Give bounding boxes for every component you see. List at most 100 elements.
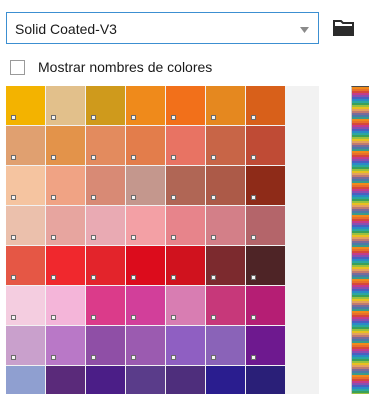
- color-swatch[interactable]: [206, 86, 245, 125]
- chevron-down-icon: [300, 27, 309, 33]
- color-swatch[interactable]: [6, 246, 45, 285]
- color-swatch[interactable]: [6, 326, 45, 365]
- swatch-marker-icon: [91, 355, 96, 360]
- color-profile-value: Solid Coated-V3: [15, 21, 117, 37]
- color-swatch[interactable]: [126, 206, 165, 245]
- color-swatch[interactable]: [206, 326, 245, 365]
- color-swatch[interactable]: [166, 86, 205, 125]
- color-swatch[interactable]: [46, 126, 85, 165]
- color-swatch[interactable]: [46, 166, 85, 205]
- swatch-marker-icon: [91, 235, 96, 240]
- color-profile-select[interactable]: Solid Coated-V3: [6, 12, 319, 44]
- swatch-marker-icon: [251, 355, 256, 360]
- color-swatch[interactable]: [166, 246, 205, 285]
- color-swatch[interactable]: [246, 326, 285, 365]
- color-swatch[interactable]: [46, 326, 85, 365]
- color-swatch[interactable]: [206, 246, 245, 285]
- swatch-marker-icon: [51, 235, 56, 240]
- color-swatch-grid[interactable]: [6, 86, 319, 394]
- swatch-marker-icon: [171, 275, 176, 280]
- color-swatch[interactable]: [166, 126, 205, 165]
- color-swatch[interactable]: [6, 366, 45, 394]
- swatch-marker-icon: [11, 275, 16, 280]
- swatch-marker-icon: [171, 355, 176, 360]
- color-swatch[interactable]: [206, 126, 245, 165]
- swatch-marker-icon: [171, 155, 176, 160]
- swatch-marker-icon: [11, 235, 16, 240]
- swatch-marker-icon: [11, 115, 16, 120]
- color-spectrum-strip[interactable]: [351, 86, 369, 394]
- color-swatch[interactable]: [86, 326, 125, 365]
- swatch-marker-icon: [131, 355, 136, 360]
- swatch-marker-icon: [211, 355, 216, 360]
- color-swatch[interactable]: [46, 246, 85, 285]
- color-swatch[interactable]: [206, 166, 245, 205]
- color-swatch[interactable]: [206, 366, 245, 394]
- swatch-marker-icon: [131, 315, 136, 320]
- swatch-marker-icon: [211, 235, 216, 240]
- color-swatch[interactable]: [246, 126, 285, 165]
- color-swatch[interactable]: [126, 126, 165, 165]
- color-swatch[interactable]: [246, 166, 285, 205]
- color-swatch[interactable]: [86, 166, 125, 205]
- swatch-marker-icon: [171, 235, 176, 240]
- folder-icon[interactable]: [333, 19, 355, 37]
- swatch-marker-icon: [251, 235, 256, 240]
- swatch-marker-icon: [211, 115, 216, 120]
- color-swatch[interactable]: [6, 286, 45, 325]
- color-swatch[interactable]: [6, 86, 45, 125]
- swatch-marker-icon: [11, 315, 16, 320]
- color-swatch[interactable]: [86, 366, 125, 394]
- swatch-marker-icon: [211, 195, 216, 200]
- color-swatch[interactable]: [166, 206, 205, 245]
- color-swatch[interactable]: [206, 286, 245, 325]
- color-swatch[interactable]: [206, 206, 245, 245]
- color-swatch[interactable]: [46, 206, 85, 245]
- swatch-marker-icon: [51, 355, 56, 360]
- color-swatch[interactable]: [6, 166, 45, 205]
- color-swatch[interactable]: [126, 286, 165, 325]
- color-swatch[interactable]: [166, 286, 205, 325]
- color-swatch[interactable]: [86, 286, 125, 325]
- color-swatch[interactable]: [86, 246, 125, 285]
- swatch-marker-icon: [91, 275, 96, 280]
- color-swatch[interactable]: [86, 86, 125, 125]
- swatch-marker-icon: [131, 275, 136, 280]
- swatch-marker-icon: [51, 115, 56, 120]
- color-swatch[interactable]: [126, 326, 165, 365]
- swatch-marker-icon: [131, 115, 136, 120]
- show-color-names-checkbox[interactable]: [10, 60, 25, 75]
- color-swatch[interactable]: [46, 86, 85, 125]
- swatch-marker-icon: [171, 115, 176, 120]
- color-swatch[interactable]: [6, 206, 45, 245]
- swatch-marker-icon: [11, 155, 16, 160]
- color-swatch[interactable]: [126, 246, 165, 285]
- color-swatch[interactable]: [86, 206, 125, 245]
- color-swatch[interactable]: [166, 366, 205, 394]
- color-swatch[interactable]: [6, 126, 45, 165]
- swatch-marker-icon: [131, 155, 136, 160]
- color-swatch[interactable]: [126, 86, 165, 125]
- color-swatch[interactable]: [166, 166, 205, 205]
- swatch-marker-icon: [251, 315, 256, 320]
- color-swatch[interactable]: [246, 286, 285, 325]
- swatch-marker-icon: [251, 275, 256, 280]
- swatch-marker-icon: [91, 315, 96, 320]
- color-swatch[interactable]: [246, 86, 285, 125]
- color-swatch[interactable]: [246, 366, 285, 394]
- show-color-names-label: Mostrar nombres de colores: [38, 59, 213, 75]
- color-swatch[interactable]: [126, 166, 165, 205]
- swatch-marker-icon: [11, 355, 16, 360]
- swatch-marker-icon: [51, 275, 56, 280]
- color-swatch[interactable]: [246, 206, 285, 245]
- color-swatch[interactable]: [246, 246, 285, 285]
- color-swatch[interactable]: [46, 286, 85, 325]
- swatch-marker-icon: [11, 195, 16, 200]
- swatch-marker-icon: [211, 315, 216, 320]
- color-swatch[interactable]: [166, 326, 205, 365]
- swatch-marker-icon: [51, 155, 56, 160]
- color-swatch[interactable]: [86, 126, 125, 165]
- swatch-marker-icon: [91, 195, 96, 200]
- color-swatch[interactable]: [46, 366, 85, 394]
- color-swatch[interactable]: [126, 366, 165, 394]
